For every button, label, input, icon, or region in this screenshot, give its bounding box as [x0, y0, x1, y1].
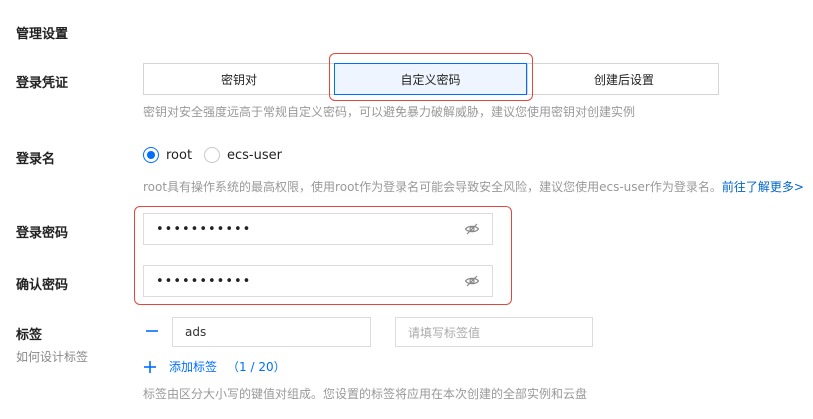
learn-more-link[interactable]: 前往了解更多>	[722, 180, 804, 194]
radio-root[interactable]: root	[143, 147, 192, 163]
remove-tag-button[interactable]	[141, 320, 163, 342]
tags-label: 标签	[16, 328, 43, 343]
highlight-box-credential	[329, 53, 533, 101]
login-credential-label: 登录凭证	[16, 76, 69, 91]
tag-count: （1 / 20）	[227, 360, 286, 374]
add-tag-label: 添加标签	[169, 360, 218, 374]
login-name-hint-text: root具有操作系统的最高权限，使用root作为登录名可能会导致安全风险，建议您…	[143, 180, 722, 194]
radio-ecs-user[interactable]: ecs-user	[204, 147, 282, 163]
plus-icon	[144, 360, 156, 373]
tag-value-input[interactable]: 请填写标签值	[395, 317, 593, 347]
login-password-input[interactable]: •••••••••••	[143, 213, 493, 245]
radio-ecs-user-label: ecs-user	[227, 147, 282, 163]
confirm-password-value: •••••••••••	[156, 273, 252, 289]
seg-set-after-create[interactable]: 创建后设置	[527, 64, 720, 94]
login-credential-hint: 密钥对安全强度远高于常规自定义密码，可以避免暴力破解威胁，建议您使用密钥对创建实…	[143, 105, 636, 119]
login-password-label: 登录密码	[16, 226, 69, 241]
login-name-label: 登录名	[16, 152, 56, 167]
login-password-value: •••••••••••	[156, 221, 252, 237]
tags-sub-label[interactable]: 如何设计标签	[16, 348, 88, 365]
section-title: 管理设置	[16, 27, 69, 42]
tags-hint: 标签由区分大小写的键值对组成。您设置的标签将应用在本次创建的全部实例和云盘	[143, 387, 588, 401]
tag-value-placeholder: 请填写标签值	[408, 325, 481, 340]
tag-key-input[interactable]: ads	[172, 317, 371, 347]
confirm-password-label: 确认密码	[16, 278, 69, 293]
seg-key-pair[interactable]: 密钥对	[144, 64, 334, 94]
tag-key-value: ads	[185, 325, 207, 339]
add-tag-button[interactable]: 添加标签 （1 / 20）	[143, 358, 286, 375]
login-name-hint: root具有操作系统的最高权限，使用root作为登录名可能会导致安全风险，建议您…	[143, 178, 804, 195]
radio-root-label: root	[166, 147, 193, 163]
radio-dot-checked	[143, 147, 159, 163]
confirm-password-input[interactable]: •••••••••••	[143, 265, 493, 297]
minus-icon	[146, 330, 158, 332]
eye-off-icon[interactable]	[464, 221, 480, 237]
eye-off-icon[interactable]	[464, 273, 480, 289]
radio-dot-unchecked	[204, 147, 220, 163]
